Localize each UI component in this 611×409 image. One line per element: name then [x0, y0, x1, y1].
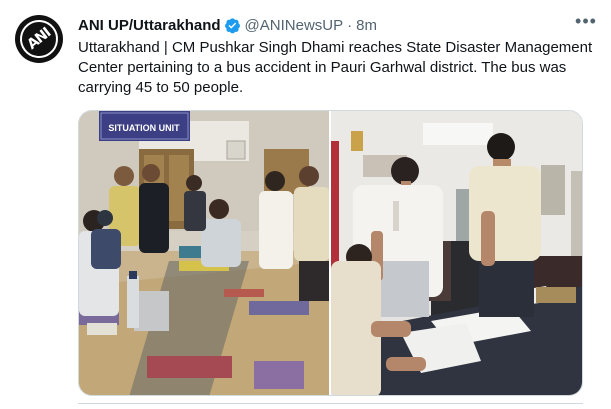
tweet: ANI ANI UP/Uttarakhand @ANINewsUP · 8m •… [0, 0, 611, 409]
author-name[interactable]: ANI UP/Uttarakhand [78, 17, 221, 34]
avatar[interactable]: ANI [15, 15, 63, 63]
author-handle[interactable]: @ANINewsUP [245, 17, 344, 34]
tweet-header: ANI UP/Uttarakhand @ANINewsUP · 8m [78, 14, 571, 36]
photo-officials-reviewing[interactable] [331, 111, 582, 395]
divider [78, 403, 583, 404]
tweet-text: Uttarakhand | CM Pushkar Singh Dhami rea… [78, 39, 593, 96]
avatar-logo: ANI [15, 15, 63, 63]
more-options-icon[interactable]: ••• [573, 12, 599, 34]
situation-unit-sign: SITUATION UNIT [108, 123, 180, 133]
photo-situation-unit[interactable]: SITUATION UNIT [79, 111, 329, 395]
tweet-media[interactable]: SITUATION UNIT [78, 110, 583, 396]
photo-right-illustration [331, 111, 582, 395]
verified-badge-icon [224, 17, 241, 34]
timestamp[interactable]: 8m [356, 17, 377, 34]
photo-left-illustration: SITUATION UNIT [79, 111, 329, 395]
separator: · [347, 16, 353, 34]
